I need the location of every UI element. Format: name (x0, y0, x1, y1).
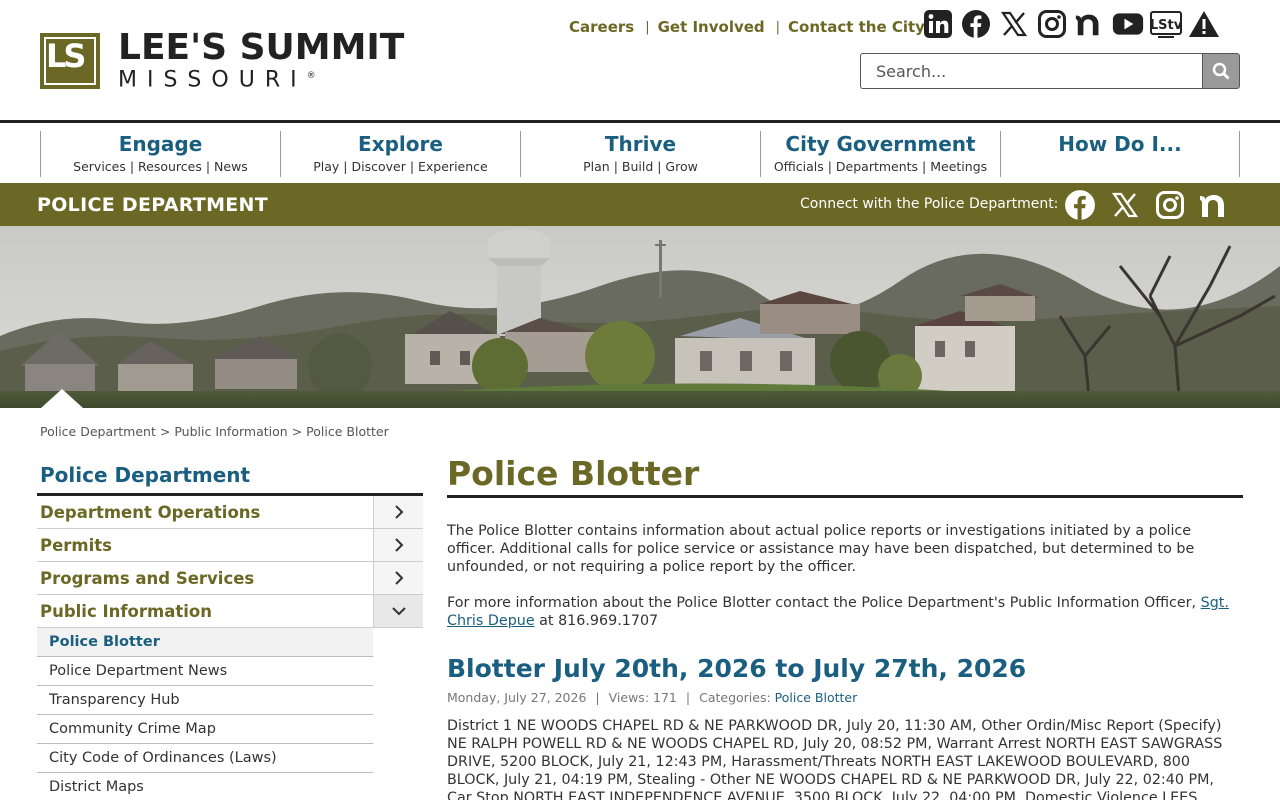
post-meta: Monday, July 27, 2026 | Views: 171 | Categor… (447, 690, 858, 705)
sidebar-item-department-operations[interactable]: Department Operations (37, 496, 423, 529)
main-navigation: Engage Services | Resources | News Explo… (0, 120, 1280, 183)
post-views: Views: 171 (608, 690, 677, 705)
subnav-community-crime-map[interactable]: Community Crime Map (37, 715, 373, 744)
subnav-police-department-news[interactable]: Police Department News (37, 657, 373, 686)
get-involved-link[interactable]: Get Involved (658, 18, 765, 36)
facebook-icon[interactable] (1062, 187, 1098, 223)
nextdoor-icon[interactable] (1074, 9, 1106, 39)
logo-mark-text: LS (46, 37, 86, 76)
page-title: Police Blotter (447, 455, 1243, 498)
sidebar: Police Department Department Operations … (37, 463, 423, 800)
subnav-police-blotter[interactable]: Police Blotter (37, 628, 373, 657)
department-social-icons (1062, 187, 1242, 223)
chevron-right-icon[interactable] (373, 562, 423, 594)
careers-link[interactable]: Careers (569, 18, 634, 36)
site-logo[interactable]: LS LEE'S SUMMIT MISSOURI® (40, 27, 405, 93)
post-title[interactable]: Blotter July 20th, 2026 to July 27th, 20… (447, 654, 1243, 684)
intro-paragraph: The Police Blotter contains information … (447, 523, 1195, 575)
post-body: District 1 NE WOODS CHAPEL RD & NE PARKW… (447, 718, 1223, 800)
contact-paragraph: For more information about the Police Bl… (447, 595, 1229, 629)
chevron-down-icon[interactable] (373, 595, 423, 627)
facebook-icon[interactable] (960, 9, 992, 39)
sidebar-item-programs-and-services[interactable]: Programs and Services (37, 562, 423, 595)
x-icon[interactable] (1107, 187, 1143, 223)
site-search (860, 53, 1240, 89)
search-icon (1212, 62, 1230, 80)
site-header: LS LEE'S SUMMIT MISSOURI® Careers | Get … (0, 0, 1280, 120)
subnav-city-code[interactable]: City Code of Ordinances (Laws) (37, 744, 373, 773)
breadcrumb-current: Police Blotter (306, 424, 389, 439)
subnav-transparency-hub[interactable]: Transparency Hub (37, 686, 373, 715)
connect-label: Connect with the Police Department: (800, 196, 1059, 212)
sidebar-item-public-information[interactable]: Public Information (37, 595, 423, 628)
post-categories-label: Categories: (699, 690, 771, 705)
search-input[interactable] (860, 53, 1202, 89)
nextdoor-icon[interactable] (1197, 187, 1233, 223)
breadcrumb-public-information[interactable]: Public Information (174, 424, 287, 439)
logo-name: LEE'S SUMMIT (118, 27, 405, 68)
nav-how-do-i[interactable]: How Do I... (1000, 131, 1240, 177)
nav-explore[interactable]: Explore Play | Discover | Experience (280, 131, 520, 177)
breadcrumb: Police Department > Public Information > Pol… (40, 424, 389, 439)
nav-engage[interactable]: Engage Services | Resources | News (40, 131, 280, 177)
x-icon[interactable] (998, 9, 1030, 39)
subnav-district-maps[interactable]: District Maps (37, 773, 373, 800)
category-link[interactable]: Police Blotter (775, 690, 858, 705)
sidebar-subnav: Police Blotter Police Department News Tr… (37, 628, 373, 800)
department-bar: POLICE DEPARTMENT Connect with the Polic… (0, 183, 1280, 226)
nav-thrive[interactable]: Thrive Plan | Build | Grow (520, 131, 760, 177)
linkedin-icon[interactable] (922, 9, 954, 39)
chevron-right-icon[interactable] (373, 496, 423, 528)
search-button[interactable] (1202, 53, 1240, 89)
instagram-icon[interactable] (1036, 9, 1068, 39)
hero-notch (41, 389, 83, 408)
breadcrumb-police-department[interactable]: Police Department (40, 424, 156, 439)
hero-image (0, 226, 1280, 408)
main-content: Police Blotter The Police Blotter contai… (447, 455, 1243, 800)
alert-icon[interactable] (1188, 9, 1220, 39)
contact-city-link[interactable]: Contact the City (788, 18, 925, 36)
logo-mark: LS (40, 33, 100, 90)
sidebar-title[interactable]: Police Department (37, 463, 423, 496)
lstv-icon[interactable]: LStv (1150, 9, 1182, 39)
svg-text:LStv: LStv (1150, 18, 1182, 33)
logo-state: MISSOURI® (118, 67, 316, 93)
instagram-icon[interactable] (1152, 187, 1188, 223)
youtube-icon[interactable] (1112, 9, 1144, 39)
header-social-icons: LStv (922, 9, 1226, 39)
sidebar-item-permits[interactable]: Permits (37, 529, 423, 562)
department-title[interactable]: POLICE DEPARTMENT (37, 194, 268, 216)
post-date: Monday, July 27, 2026 (447, 690, 587, 705)
nav-city-government[interactable]: City Government Officials | Departments … (760, 131, 1000, 177)
chevron-right-icon[interactable] (373, 529, 423, 561)
utility-links: Careers | Get Involved | Contact the Cit… (569, 18, 925, 36)
